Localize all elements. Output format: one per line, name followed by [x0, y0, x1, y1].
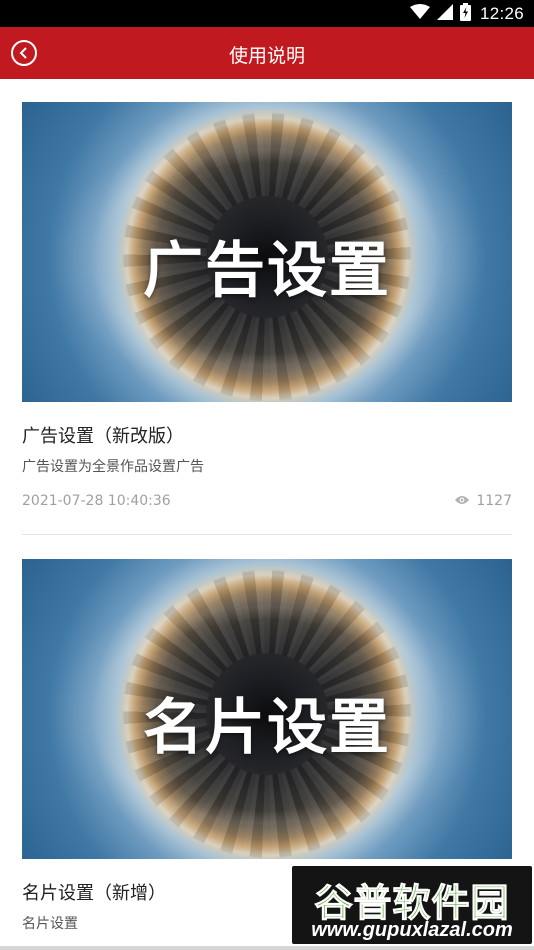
thumbnail-caption: 广告设置: [143, 236, 391, 306]
battery-icon: [459, 2, 471, 25]
cellular-signal-icon: [436, 3, 453, 24]
page-title: 使用说明: [228, 45, 305, 67]
thumbnail-caption: 名片设置: [143, 693, 391, 763]
article-date: 2021-07-28 10:40:36: [22, 493, 171, 509]
article-meta: 2021-07-28 10:40:36 1127: [22, 493, 512, 511]
article-card[interactable]: 广告设置 广告设置（新改版） 广告设置为全景作品设置广告 2021-07-28 …: [22, 102, 512, 535]
bottom-edge: [0, 946, 534, 950]
view-count: 1127: [476, 493, 512, 509]
status-icons: 12:26: [409, 2, 524, 25]
watermark: 谷普软件园 www.gupuxlazal.com: [292, 866, 532, 944]
eye-icon: [455, 493, 470, 509]
article-views: 1127: [455, 493, 512, 509]
status-bar: 12:26: [0, 0, 534, 27]
article-description: 广告设置为全景作品设置广告: [22, 459, 204, 475]
article-title[interactable]: 广告设置（新改版）: [22, 422, 512, 447]
divider: [22, 534, 512, 535]
watermark-url: www.gupuxlazal.com: [311, 919, 513, 941]
wifi-icon: [409, 3, 430, 24]
app-bar: 使用说明: [0, 27, 534, 79]
status-time: 12:26: [479, 3, 524, 23]
article-thumbnail[interactable]: 广告设置: [22, 102, 512, 402]
article-thumbnail[interactable]: 名片设置: [22, 559, 512, 859]
